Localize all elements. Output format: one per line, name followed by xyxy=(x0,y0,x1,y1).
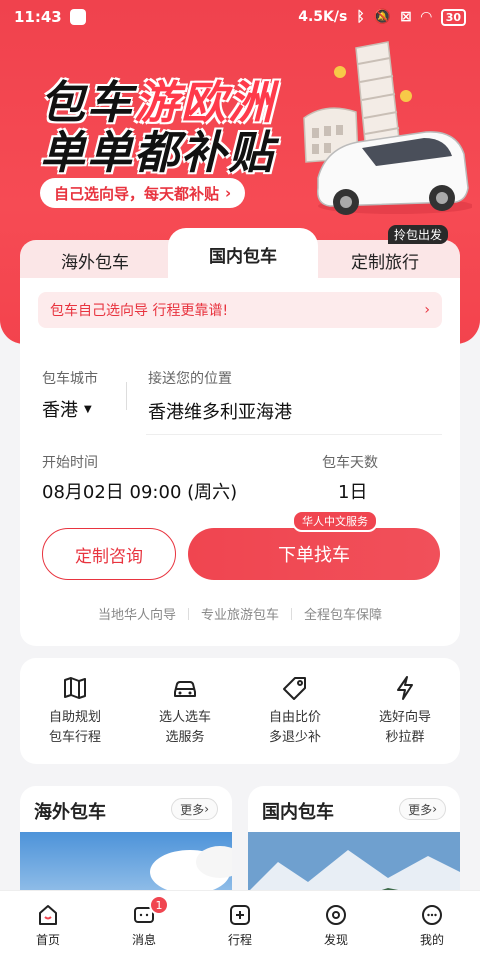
pickup-location-field[interactable]: 香港维多利亚海港 xyxy=(148,398,292,424)
divider xyxy=(146,434,442,435)
service-item-price[interactable]: 自由比价 多退少补 xyxy=(247,674,343,748)
more-label: 更多 xyxy=(408,802,433,817)
tower-icon xyxy=(355,41,401,153)
more-button[interactable]: 更多 › xyxy=(399,798,446,820)
hero-title-line2: 单单都补贴 xyxy=(40,126,276,179)
nav-messages-label: 消息 xyxy=(131,933,156,947)
nav-home[interactable]: 首页 xyxy=(13,903,83,948)
city-selector[interactable]: 香港 ▼ xyxy=(42,396,92,422)
days-label: 包车天数 xyxy=(322,455,378,471)
start-time-label: 开始时间 xyxy=(42,455,98,471)
chevron-right-icon: › xyxy=(204,802,209,816)
status-right: 4.5K/s ᛒ 🔕 ⊠ ◠ 30 xyxy=(298,8,466,26)
more-label: 更多 xyxy=(180,802,205,817)
category-tabs: 海外包车 定制旅行 拎包出发 国内包车 xyxy=(20,225,460,280)
service-steps: 自助规划 包车行程 选人选车 选服务 自由比价 多退少补 选好向导 秒拉群 xyxy=(20,658,460,764)
notice-text: 包车自己选向导 行程更靠谱! xyxy=(50,303,229,319)
compass-icon xyxy=(326,905,346,925)
hero-title: 包车游欧洲 单单都补贴 xyxy=(40,78,275,178)
feature-item: 全程包车保障 xyxy=(304,608,383,623)
caret-down-icon: ▼ xyxy=(84,403,92,415)
chevron-right-icon: › xyxy=(424,302,430,318)
nav-messages[interactable]: 1 消息 xyxy=(109,895,179,948)
pickup-label: 接送您的位置 xyxy=(148,371,232,387)
card-title: 海外包车 xyxy=(34,802,106,823)
booking-card: 包车自己选向导 行程更靠谱! › 包车城市 香港 ▼ 接送您的位置 香港维多利亚… xyxy=(20,278,460,646)
bottom-nav: 首页 1 消息 行程 发现 我的 xyxy=(0,890,480,960)
service-line2: 秒拉群 xyxy=(385,730,425,745)
nav-mine-label: 我的 xyxy=(419,933,444,947)
order-car-button[interactable]: 下单找车 xyxy=(188,528,440,580)
tab-domestic-charter[interactable]: 国内包车 xyxy=(168,228,318,280)
tab-overseas-label: 海外包车 xyxy=(61,252,129,273)
map-icon xyxy=(64,677,86,699)
feature-list: 当地华人向导 专业旅游包车 全程包车保障 xyxy=(20,604,460,623)
divider xyxy=(187,607,189,620)
battery-icon: 30 xyxy=(440,8,466,26)
days-field[interactable]: 1日 xyxy=(338,478,367,504)
profile-icon xyxy=(422,905,442,925)
tag-icon xyxy=(283,677,306,700)
service-line2: 包车行程 xyxy=(48,730,101,745)
status-left: 11:43 xyxy=(14,8,86,26)
city-label: 包车城市 xyxy=(42,371,98,387)
city-value: 香港 xyxy=(42,400,78,421)
tab-overseas-charter[interactable]: 海外包车 xyxy=(20,240,170,280)
service-item-select[interactable]: 选人选车 选服务 xyxy=(137,674,233,748)
wifi-icon: ◠ xyxy=(420,9,432,25)
feature-item: 当地华人向导 xyxy=(97,608,176,623)
service-line1: 选好向导 xyxy=(378,710,431,725)
tab-custom-label: 定制旅行 xyxy=(351,252,419,273)
network-speed: 4.5K/s xyxy=(298,9,348,25)
hero-subsidy-pill[interactable]: 自己选向导，每天都补贴 › xyxy=(40,178,246,208)
chevron-right-icon: › xyxy=(432,802,437,816)
sim-icon: ⊠ xyxy=(400,9,412,25)
nav-discover-label: 发现 xyxy=(323,933,348,947)
status-time: 11:43 xyxy=(14,8,62,26)
service-line2: 选服务 xyxy=(165,730,205,745)
chinese-service-badge: 华人中文服务 xyxy=(292,510,378,532)
custom-consult-button[interactable]: 定制咨询 xyxy=(42,528,176,580)
hero-title-highlight: 游欧洲 xyxy=(134,76,276,129)
tab-domestic-label: 国内包车 xyxy=(209,246,277,267)
mute-icon: 🔕 xyxy=(373,9,392,25)
tab-custom-travel[interactable]: 定制旅行 xyxy=(310,240,460,280)
home-icon xyxy=(39,905,57,925)
tab-custom-badge: 拎包出发 xyxy=(387,225,448,244)
nav-trips-label: 行程 xyxy=(227,933,252,947)
consult-button-label: 定制咨询 xyxy=(75,546,143,567)
plus-square-icon xyxy=(230,905,250,925)
travel-illustration xyxy=(303,41,472,215)
service-item-plan[interactable]: 自助规划 包车行程 xyxy=(27,674,123,748)
car-icon xyxy=(174,681,196,697)
lightning-icon xyxy=(397,676,413,700)
nav-trips[interactable]: 行程 xyxy=(205,903,275,948)
guide-notice-bar[interactable]: 包车自己选向导 行程更靠谱! › xyxy=(38,292,442,328)
start-time-field[interactable]: 08月02日 09:00 (周六) xyxy=(42,478,237,504)
nav-home-label: 首页 xyxy=(35,933,60,947)
order-button-label: 下单找车 xyxy=(278,545,350,566)
service-line1: 自由比价 xyxy=(268,710,321,725)
chevron-right-icon: › xyxy=(225,184,232,202)
service-item-guide[interactable]: 选好向导 秒拉群 xyxy=(357,674,453,748)
card-title: 国内包车 xyxy=(262,802,334,823)
nav-discover[interactable]: 发现 xyxy=(301,903,371,948)
nav-mine[interactable]: 我的 xyxy=(397,903,467,948)
bluetooth-icon: ᛒ xyxy=(356,9,365,25)
app-notification-icon xyxy=(69,9,86,25)
hero-pill-text: 自己选向导，每天都补贴 xyxy=(54,184,220,203)
service-line1: 自助规划 xyxy=(48,710,101,725)
divider xyxy=(126,382,127,410)
feature-item: 专业旅游包车 xyxy=(200,608,279,623)
status-bar: 11:43 4.5K/s ᛒ 🔕 ⊠ ◠ 30 xyxy=(0,0,480,34)
message-count-badge: 1 xyxy=(149,895,169,915)
service-line2: 多退少补 xyxy=(268,730,321,745)
divider xyxy=(291,607,292,620)
service-line1: 选人选车 xyxy=(158,710,211,725)
more-button[interactable]: 更多 › xyxy=(171,798,218,820)
hero-title-part1: 包车 xyxy=(40,76,135,129)
